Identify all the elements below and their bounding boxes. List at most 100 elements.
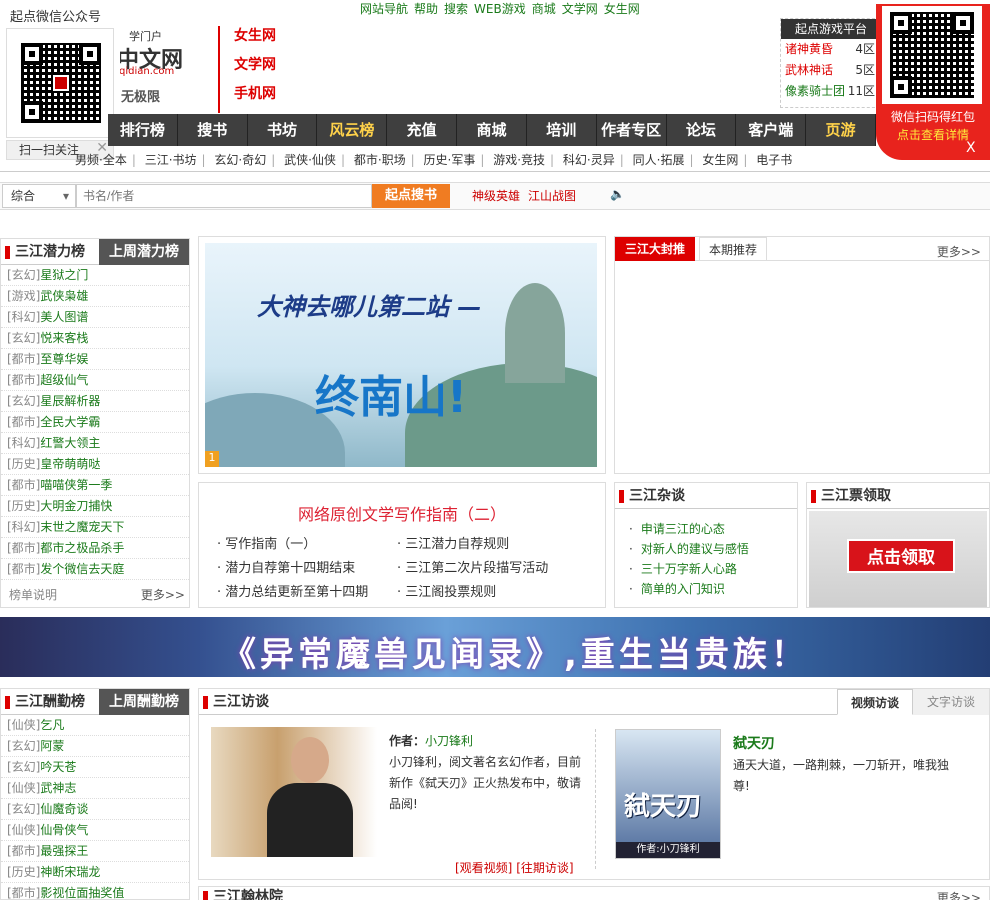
hot-keyword[interactable]: 神级英雄 [472, 189, 520, 203]
guide-title[interactable]: 网络原创文学写作指南（二） [199, 501, 605, 525]
list-item[interactable]: [玄幻]吟天苍 [1, 757, 189, 778]
tab-text[interactable]: 文字访谈 [913, 689, 989, 715]
game-row[interactable]: 诸神黄昏 4区 [781, 39, 879, 60]
list-item[interactable]: [玄幻]星辰解析器 [1, 391, 189, 412]
list-item[interactable]: [科幻]末世之魔宠天下 [1, 517, 189, 538]
book-link[interactable]: 至尊华娱 [40, 352, 88, 366]
subnav-item[interactable]: 三江·书坊 [145, 153, 197, 167]
search-type-select[interactable]: 综合 [2, 184, 76, 208]
list-item[interactable]: [仙侠]武神志 [1, 778, 189, 799]
list-item[interactable]: [玄幻]阿蒙 [1, 736, 189, 757]
list-item[interactable]: [都市]至尊华娱 [1, 349, 189, 370]
subnav-item[interactable]: 女生网 [702, 153, 738, 167]
tab-last-week[interactable]: 上周酬勤榜 [99, 689, 189, 715]
tab-current[interactable]: 本期推荐 [699, 237, 767, 261]
list-item[interactable]: [历史]皇帝萌萌哒 [1, 454, 189, 475]
list-item[interactable]: [都市]喵喵侠第一季 [1, 475, 189, 496]
book-link[interactable]: 最强探王 [40, 844, 88, 858]
nav-item[interactable]: 商城 [457, 114, 527, 146]
panel-title[interactable]: 三江票领取 [821, 483, 891, 509]
subnav-item[interactable]: 游戏·竞技 [493, 153, 545, 167]
more-link[interactable]: 更多>> [141, 586, 185, 603]
list-item[interactable]: [仙侠]乞凡 [1, 715, 189, 736]
book-link[interactable]: 都市之极品杀手 [40, 541, 124, 555]
channel-link[interactable]: 文学网 [218, 55, 298, 84]
past-interview-link[interactable]: [往期访谈] [516, 861, 573, 875]
panel-title[interactable]: 三江杂谈 [629, 483, 685, 509]
banner-image[interactable]: 大神去哪儿第二站 — 终南山! 1 [205, 243, 597, 467]
book-link[interactable]: 星狱之门 [40, 268, 88, 282]
tab-last-week[interactable]: 上周潜力榜 [99, 239, 189, 265]
subnav-item[interactable]: 玄幻·奇幻 [214, 153, 266, 167]
nav-item[interactable]: 论坛 [667, 114, 737, 146]
carousel-index[interactable]: 1 [205, 451, 219, 467]
book-link[interactable]: 神断宋瑞龙 [40, 865, 100, 879]
watch-video-link[interactable]: [观看视频] [455, 861, 512, 875]
book-link[interactable]: 喵喵侠第一季 [40, 478, 112, 492]
hot-keyword[interactable]: 江山战图 [528, 189, 576, 203]
book-link[interactable]: 仙魔奇谈 [40, 802, 88, 816]
subnav-item[interactable]: 同人·拓展 [633, 153, 685, 167]
subnav-item[interactable]: 都市·职场 [354, 153, 406, 167]
panel-title[interactable]: 三江潜力榜 [15, 239, 85, 265]
book-link[interactable]: 美人图谱 [40, 310, 88, 324]
book-link[interactable]: 超级仙气 [40, 373, 88, 387]
list-item[interactable]: [玄幻]悦来客栈 [1, 328, 189, 349]
nav-item[interactable]: 作者专区 [597, 114, 667, 146]
book-link[interactable]: 星辰解析器 [40, 394, 100, 408]
nav-item[interactable]: 风云榜 [317, 114, 388, 146]
list-item[interactable]: [科幻]红警大领主 [1, 433, 189, 454]
list-item[interactable]: [都市]超级仙气 [1, 370, 189, 391]
book-link[interactable]: 末世之魔宠天下 [40, 520, 124, 534]
subnav-item[interactable]: 科幻·灵异 [563, 153, 615, 167]
channel-link[interactable]: 女生网 [218, 26, 298, 55]
search-input[interactable] [76, 184, 372, 208]
panel-title[interactable]: 三江访谈 [213, 689, 269, 715]
top-link[interactable]: 搜索 [444, 2, 468, 16]
author-name[interactable]: 小刀锋利 [425, 734, 473, 748]
author-photo[interactable] [211, 727, 377, 857]
game-row[interactable]: 像素骑士团 11区 [781, 81, 879, 102]
nav-item[interactable]: 培训 [527, 114, 597, 146]
ad-banner[interactable]: 《异常魔兽见闻录》,重生当贵族！ [0, 617, 990, 677]
top-link[interactable]: 网站导航 [360, 2, 408, 16]
subnav-item[interactable]: 电子书 [756, 153, 792, 167]
book-link[interactable]: 大明金刀捕快 [40, 499, 112, 513]
ranking-note-link[interactable]: 榜单说明 [9, 586, 57, 603]
guide-link[interactable]: · 三江阁投票规则 [397, 581, 548, 605]
book-title[interactable]: 弑天刃 [733, 733, 775, 753]
book-link[interactable]: 武侠枭雄 [40, 289, 88, 303]
nav-item[interactable]: 充值 [387, 114, 458, 146]
guide-link[interactable]: · 三江第二次片段描写活动 [397, 557, 548, 581]
list-item[interactable]: [仙侠]仙骨侠气 [1, 820, 189, 841]
list-item[interactable]: [都市]最强探王 [1, 841, 189, 862]
book-link[interactable]: 红警大领主 [40, 436, 100, 450]
site-logo[interactable]: 学门户 中文网 qidian.com 无极限 [115, 28, 215, 108]
tab-cover[interactable]: 三江大封推 [615, 237, 695, 261]
book-link[interactable]: 影视位面抽奖值 [40, 886, 124, 899]
book-cover[interactable]: 弑天刃 作者:小刀锋利 [615, 729, 721, 859]
list-item[interactable]: [玄幻]仙魔奇谈 [1, 799, 189, 820]
nav-item[interactable]: 搜书 [178, 114, 248, 146]
list-item[interactable]: 简单的入门知识 [615, 579, 797, 599]
more-link[interactable]: 更多>> [937, 889, 981, 900]
ticket-image[interactable]: 点击领取 [809, 511, 987, 607]
channel-link[interactable]: 手机网 [218, 84, 298, 113]
list-item[interactable]: 三十万字新人心路 [615, 559, 797, 579]
list-item[interactable]: [玄幻]星狱之门 [1, 265, 189, 286]
list-item[interactable]: [都市]全民大学霸 [1, 412, 189, 433]
tab-video[interactable]: 视频访谈 [837, 689, 913, 715]
more-link[interactable]: 更多>> [937, 243, 981, 260]
guide-link[interactable]: · 写作指南（一） [217, 533, 368, 557]
nav-item[interactable]: 排行榜 [108, 114, 178, 146]
guide-link[interactable]: · 潜力总结更新至第十四期 [217, 581, 368, 605]
subnav-item[interactable]: 历史·军事 [424, 153, 476, 167]
book-link[interactable]: 发个微信去天庭 [40, 562, 124, 576]
list-item[interactable]: [都市]都市之极品杀手 [1, 538, 189, 559]
list-item[interactable]: [历史]神断宋瑞龙 [1, 862, 189, 883]
nav-item[interactable]: 书坊 [248, 114, 318, 146]
nav-item[interactable]: 客户端 [736, 114, 807, 146]
book-link[interactable]: 皇帝萌萌哒 [40, 457, 100, 471]
panel-title[interactable]: 三江翰林院 [213, 887, 283, 900]
guide-link[interactable]: · 三江潜力自荐规则 [397, 533, 548, 557]
